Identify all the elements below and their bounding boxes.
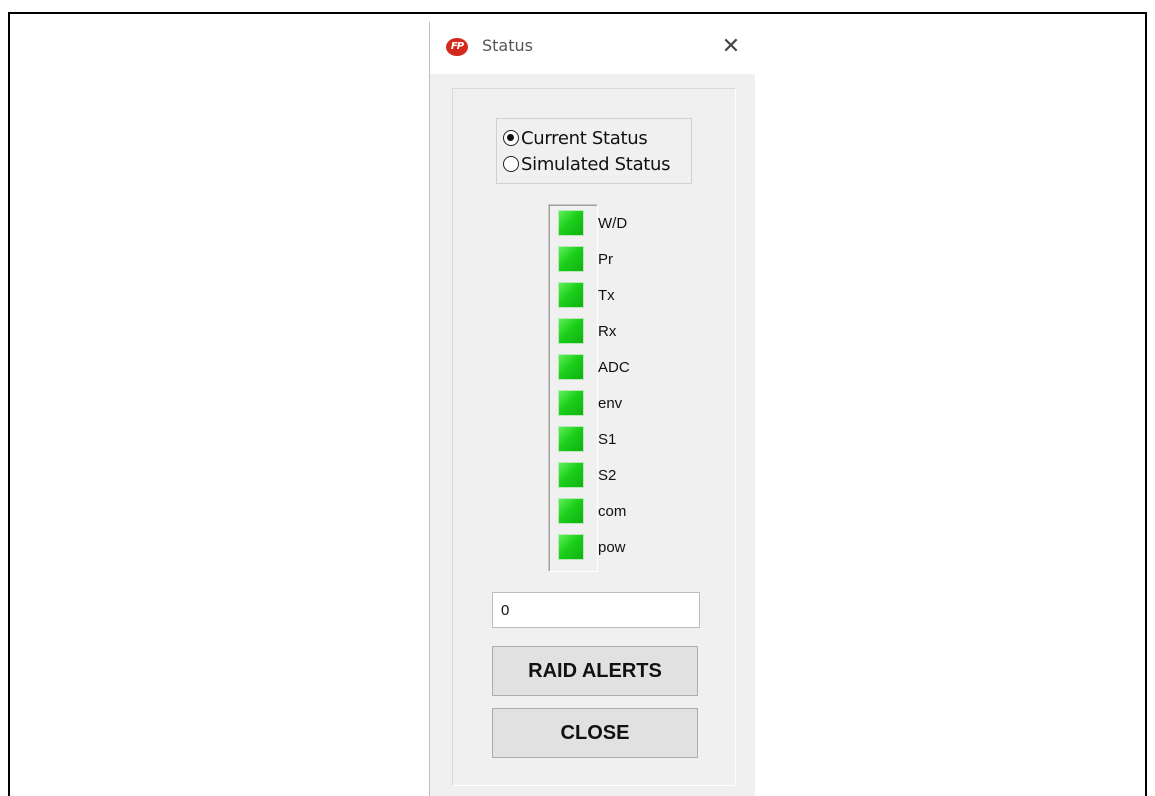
radio-checked-icon[interactable] <box>503 130 519 146</box>
indicator-row: S2 <box>558 462 616 488</box>
raid-alerts-button[interactable]: RAID ALERTS <box>492 646 698 696</box>
indicator-label: ADC <box>598 358 630 376</box>
indicator-label: Rx <box>598 322 617 340</box>
indicator-row: Pr <box>558 246 613 272</box>
indicator-label: pow <box>598 538 626 556</box>
close-button[interactable]: CLOSE <box>492 708 698 758</box>
indicator-row: ADC <box>558 354 630 380</box>
indicator-label: Pr <box>598 250 613 268</box>
status-led-icon <box>558 462 584 488</box>
radio-label: Current Status <box>521 127 648 149</box>
status-led-icon <box>558 534 584 560</box>
indicator-label: W/D <box>598 214 628 232</box>
indicator-label: Tx <box>598 286 615 304</box>
indicator-label: com <box>598 502 627 520</box>
window-title: Status <box>482 36 533 55</box>
radio-label: Simulated Status <box>521 153 671 175</box>
status-led-icon <box>558 498 584 524</box>
indicator-row: pow <box>558 534 626 560</box>
radio-simulated-status[interactable]: Simulated Status <box>503 151 671 177</box>
indicator-row: S1 <box>558 426 616 452</box>
status-led-icon <box>558 390 584 416</box>
status-led-icon <box>558 426 584 452</box>
radio-unchecked-icon[interactable] <box>503 156 519 172</box>
radio-current-status[interactable]: Current Status <box>503 125 648 151</box>
status-led-icon <box>558 354 584 380</box>
indicator-row: W/D <box>558 210 627 236</box>
app-logo-icon: FP <box>446 38 468 56</box>
status-led-icon <box>558 318 584 344</box>
indicator-label: S2 <box>598 466 617 484</box>
indicator-label: env <box>598 394 623 412</box>
close-icon[interactable]: ✕ <box>716 32 746 62</box>
status-led-icon <box>558 210 584 236</box>
value-field[interactable] <box>492 592 700 628</box>
indicator-label: S1 <box>598 430 617 448</box>
indicator-row: Rx <box>558 318 616 344</box>
indicator-row: com <box>558 498 626 524</box>
status-mode-group: Current Status Simulated Status <box>496 118 692 184</box>
status-led-icon <box>558 246 584 272</box>
status-window: FP Status ✕ Current Status Simulated Sta… <box>429 22 756 796</box>
indicator-row: Tx <box>558 282 615 308</box>
status-led-icon <box>558 282 584 308</box>
indicator-row: env <box>558 390 622 416</box>
title-bar: FP Status ✕ <box>430 22 756 74</box>
